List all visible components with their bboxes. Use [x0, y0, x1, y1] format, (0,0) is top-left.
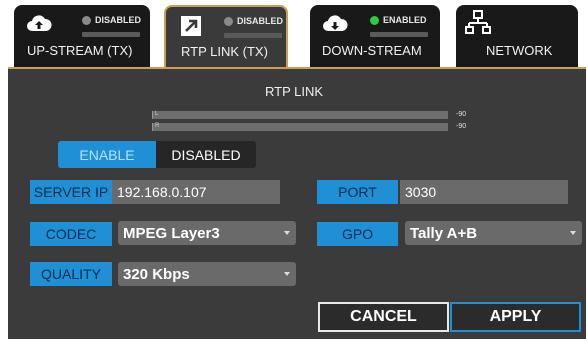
level-meter-right: [152, 123, 448, 131]
chevron-down-icon: [284, 231, 290, 235]
tab-down-stream[interactable]: ENABLED DOWN-STREAM: [310, 5, 440, 67]
level-meter-left: [152, 111, 448, 119]
chevron-down-icon: [570, 231, 576, 235]
tab-label: DOWN-STREAM: [322, 43, 422, 58]
status-bar: [82, 32, 140, 37]
meter-value: -90: [456, 123, 467, 130]
tab-label: RTP LINK (TX): [181, 44, 268, 59]
gpo-value: Tally A+B: [410, 224, 478, 242]
server-ip-input[interactable]: 192.168.0.107: [112, 180, 280, 204]
link-arrow-icon: [178, 13, 204, 39]
gpo-select[interactable]: Tally A+B: [405, 221, 582, 245]
tab-label: NETWORK: [486, 43, 553, 58]
status-bar: [370, 32, 428, 37]
tab-up-stream[interactable]: DISABLED UP-STREAM (TX): [14, 5, 150, 67]
port-label: PORT: [317, 180, 398, 204]
meter-channel-label: R: [155, 123, 160, 129]
cancel-button[interactable]: CANCEL: [318, 302, 449, 332]
enable-toggle-button[interactable]: ENABLE: [58, 141, 156, 168]
status-bar: [224, 33, 282, 38]
gpo-label: GPO: [317, 222, 398, 246]
cloud-download-icon: [322, 11, 348, 37]
status-label: DISABLED: [95, 15, 142, 25]
server-ip-label: SERVER IP: [30, 180, 112, 204]
codec-select[interactable]: MPEG Layer3: [118, 221, 296, 245]
port-input[interactable]: 3030: [400, 180, 568, 204]
tab-network[interactable]: NETWORK: [456, 5, 578, 67]
meter-value: -90: [456, 111, 467, 118]
status-dot: [370, 16, 379, 25]
codec-label: CODEC: [30, 222, 112, 246]
meter-channel-label: L: [155, 111, 159, 117]
status-label: ENABLED: [383, 15, 427, 25]
disable-toggle-button[interactable]: DISABLED: [156, 141, 256, 168]
quality-value: 320 Kbps: [123, 265, 190, 283]
panel-title: RTP LINK: [264, 84, 324, 99]
quality-select[interactable]: 320 Kbps: [118, 262, 296, 286]
apply-button[interactable]: APPLY: [450, 302, 581, 332]
quality-label: QUALITY: [30, 262, 112, 286]
network-icon: [465, 10, 491, 36]
chevron-down-icon: [284, 272, 290, 276]
tab-label: UP-STREAM (TX): [27, 43, 133, 58]
status-dot: [224, 17, 233, 26]
tab-rtp-link[interactable]: DISABLED RTP LINK (TX): [164, 5, 288, 67]
status-label: DISABLED: [237, 16, 284, 26]
cloud-upload-icon: [26, 11, 52, 37]
rtp-link-window: DISABLED UP-STREAM (TX) DISABLED RTP LIN…: [0, 0, 588, 342]
status-dot: [82, 16, 91, 25]
codec-value: MPEG Layer3: [123, 224, 220, 242]
